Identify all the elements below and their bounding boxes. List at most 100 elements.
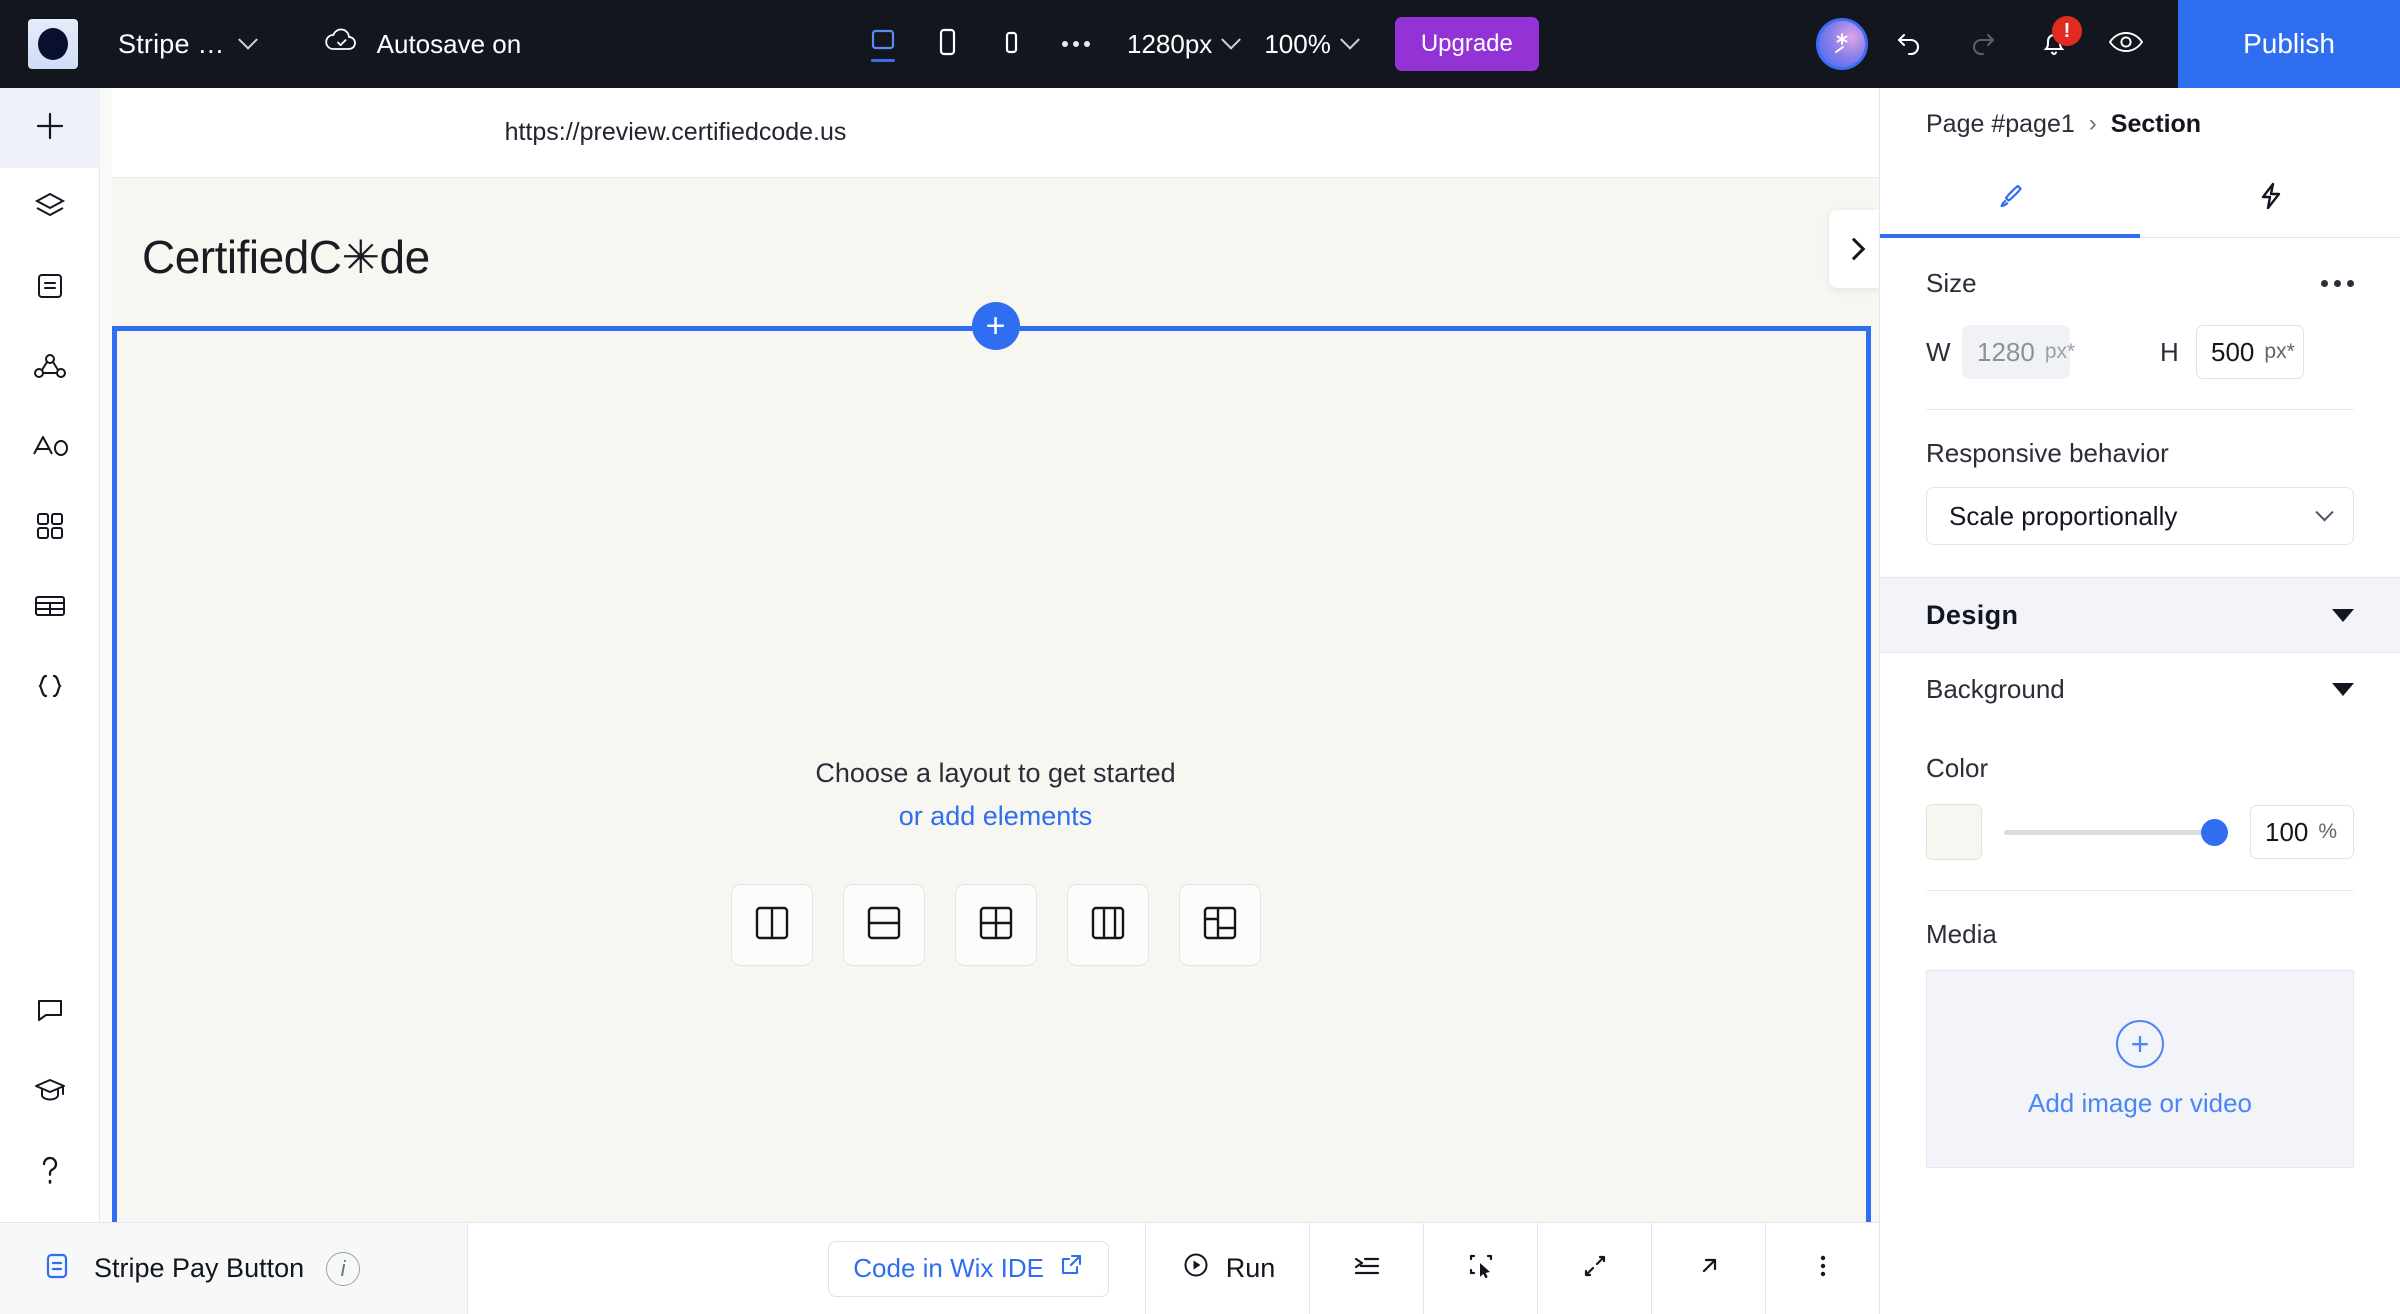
popout-button[interactable] (1651, 1222, 1765, 1314)
site-name-menu[interactable]: Stripe … (118, 29, 258, 60)
sidebar-item-sections[interactable] (0, 488, 100, 568)
chevron-down-icon (1221, 29, 1242, 50)
ai-assistant-icon[interactable] (1816, 18, 1868, 70)
expand-panel-button[interactable] (1537, 1222, 1651, 1314)
notifications-button[interactable]: ! (2024, 14, 2084, 74)
lightning-bolt-icon (2252, 176, 2288, 221)
eye-icon (2106, 27, 2146, 62)
device-tablet-button[interactable] (919, 16, 975, 72)
mixed-layout-icon (1199, 902, 1241, 949)
viewport-width-select[interactable]: 1280px (1127, 28, 1242, 60)
zoom-level-select[interactable]: 100% (1264, 28, 1360, 60)
sidebar-item-chat[interactable] (0, 972, 100, 1052)
background-group-header[interactable]: Background (1880, 653, 2400, 725)
upgrade-button[interactable]: Upgrade (1394, 17, 1539, 71)
sidebar-item-add-elements[interactable] (0, 88, 100, 168)
graduation-cap-icon (30, 1073, 70, 1112)
sidebar-item-dev-mode[interactable] (0, 648, 100, 728)
indent-icon (1350, 1250, 1384, 1287)
ellipsis-icon (2321, 280, 2328, 287)
layers-icon (30, 186, 70, 231)
panel-expander-button[interactable] (1829, 210, 1879, 288)
size-section: Size W 1280 px* H 500 px* Responsive beh… (1880, 268, 2400, 545)
layout-two-columns-button[interactable] (730, 884, 813, 966)
layout-four-grid-button[interactable] (954, 884, 1037, 966)
design-section-header[interactable]: Design (1880, 577, 2400, 653)
select-element-icon (1464, 1249, 1498, 1288)
phone-icon (1000, 28, 1022, 61)
top-bar: Stripe … Autosave on 1280px 100% Upgrade… (0, 0, 2400, 88)
opacity-unit: % (2318, 820, 2338, 843)
device-desktop-button[interactable] (855, 16, 911, 72)
code-in-wix-ide-label: Code in Wix IDE (853, 1253, 1044, 1283)
sidebar-item-learn[interactable] (0, 1052, 100, 1132)
wix-logo-icon[interactable] (28, 19, 78, 69)
tab-interactions[interactable] (2140, 160, 2400, 237)
zoom-level-value: 100% (1264, 28, 1331, 59)
layout-mixed-button[interactable] (1178, 884, 1261, 966)
add-elements-link[interactable]: or add elements (546, 801, 1446, 832)
tab-design[interactable] (1880, 160, 2140, 237)
plus-circle-icon: + (2116, 1019, 2164, 1068)
color-swatch[interactable] (1926, 804, 1982, 860)
format-code-button[interactable] (1309, 1222, 1423, 1314)
breadcrumb-parent[interactable]: Page #page1 (1926, 110, 2075, 139)
undo-button[interactable] (1880, 14, 1940, 74)
size-more-button[interactable] (2321, 280, 2354, 287)
sidebar-item-help[interactable] (0, 1132, 100, 1212)
size-header: Size (1926, 268, 2354, 299)
two-column-layout-icon (751, 902, 793, 949)
opacity-slider[interactable] (2004, 818, 2228, 846)
more-devices-button[interactable] (1051, 19, 1101, 69)
viewport-width-value: 1280px (1127, 28, 1213, 59)
info-icon[interactable]: i (326, 1251, 361, 1286)
breadcrumb-separator: › (2088, 110, 2097, 137)
publish-button[interactable]: Publish (2178, 0, 2400, 88)
redo-button[interactable] (1952, 14, 2012, 74)
autosave-status: Autosave on (323, 27, 521, 62)
site-page: CertifiedC✳de + Choose a layout to get s… (112, 178, 1879, 1222)
left-split-layout-icon (1087, 902, 1129, 949)
height-input[interactable]: 500 px* (2196, 325, 2304, 379)
sidebar-item-apps[interactable] (0, 328, 100, 408)
notifications-badge: ! (2052, 16, 2082, 46)
chevron-right-icon (1842, 237, 1866, 261)
code-in-wix-ide-button[interactable]: Code in Wix IDE (828, 1240, 1109, 1297)
opacity-input[interactable]: 100 % (2250, 805, 2354, 859)
device-mobile-button[interactable] (983, 16, 1039, 72)
height-unit: px* (2264, 340, 2295, 363)
select-element-button[interactable] (1423, 1222, 1537, 1314)
panel-divider (1926, 890, 2354, 891)
add-media-button[interactable]: + Add image or video (1926, 970, 2354, 1168)
sidebar-item-cms[interactable] (0, 568, 100, 648)
ellipsis-icon (1062, 41, 1068, 47)
chevron-down-icon (1339, 29, 1360, 50)
width-label: W (1926, 336, 1951, 367)
add-section-button[interactable]: + (971, 302, 1020, 350)
layout-left-split-button[interactable] (1066, 884, 1149, 966)
preview-url: https://preview.certifiedcode.us (504, 118, 847, 146)
page-element-icon (42, 1250, 72, 1287)
width-value: 1280 (1977, 336, 2035, 367)
run-label: Run (1225, 1253, 1276, 1283)
opacity-slider-knob[interactable] (2201, 818, 2228, 846)
top-bar-actions: ! Publish (1816, 0, 2400, 88)
sidebar-item-site-menu[interactable] (0, 248, 100, 328)
more-options-button[interactable] (1765, 1222, 1879, 1314)
site-logo-text: CertifiedC✳de (142, 231, 430, 283)
left-rail-bottom (0, 972, 100, 1212)
run-button[interactable]: Run (1145, 1222, 1309, 1314)
sidebar-item-pages-and-layers[interactable] (0, 168, 100, 248)
color-label: Color (1926, 753, 1989, 783)
bottom-bar: Stripe Pay Button i Code in Wix IDE Run (0, 1222, 1879, 1314)
panel-tabs (1880, 160, 2400, 238)
monitor-icon (868, 28, 898, 61)
play-circle-icon (1180, 1249, 1212, 1288)
layout-picker (546, 884, 1446, 966)
responsive-behavior-select[interactable]: Scale proportionally (1926, 487, 2354, 545)
preview-button[interactable] (2096, 14, 2156, 74)
layout-two-rows-button[interactable] (842, 884, 925, 966)
sidebar-item-site-design[interactable] (0, 408, 100, 488)
selected-element-name: Stripe Pay Button (94, 1253, 305, 1283)
size-inputs: W 1280 px* H 500 px* (1926, 325, 2354, 379)
